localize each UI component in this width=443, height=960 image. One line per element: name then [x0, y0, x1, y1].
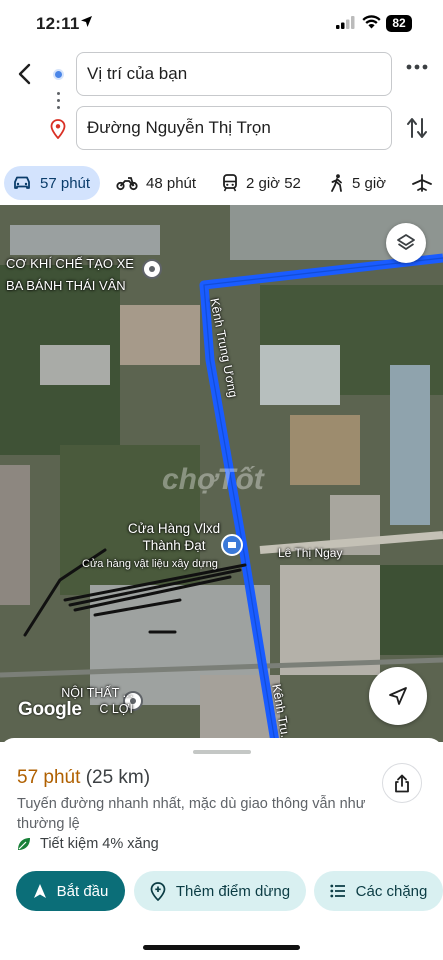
- mode-walking-label: 5 giờ: [352, 174, 387, 192]
- origin-input[interactable]: Vị trí của bạn: [76, 52, 392, 96]
- back-button[interactable]: [10, 58, 38, 90]
- status-bar: 12:11 82: [0, 0, 443, 48]
- route-distance: (25 km): [85, 767, 151, 788]
- add-stop-button[interactable]: Thêm điểm dừng: [134, 871, 306, 911]
- place-label-workshop[interactable]: CƠ KHÍ CHẾ TẠO XE BA BÁNH THÁI VÂN: [6, 253, 146, 297]
- car-icon: [14, 176, 30, 189]
- add-location-icon: [150, 881, 166, 901]
- add-stop-label: Thêm điểm dừng: [175, 882, 291, 900]
- eco-info: Tiết kiệm 4% xăng: [17, 836, 159, 852]
- mode-driving[interactable]: 57 phút: [4, 166, 101, 200]
- mode-transit-label: 2 giờ 52: [246, 174, 301, 192]
- route-summary: 57 phút (25 km): [17, 767, 150, 789]
- share-icon: [395, 774, 409, 792]
- drag-handle[interactable]: [193, 750, 251, 754]
- watermark-text: chợTốt: [162, 463, 264, 496]
- travel-mode-bar: 57 phút 48 phút 2 giờ 52 5 giờ: [0, 166, 443, 202]
- route-details-sheet: 57 phút (25 km) Tuyến đường nhanh nhất, …: [0, 738, 443, 960]
- mode-motorbike-label: 48 phút: [146, 174, 197, 192]
- google-logo: Google: [18, 699, 82, 720]
- navigation-arrow-icon: [389, 687, 407, 705]
- leaf-icon: [18, 838, 30, 850]
- route-duration: 57 phút: [17, 767, 81, 788]
- more-options-icon[interactable]: [406, 64, 428, 70]
- mode-transit[interactable]: 2 giờ 52: [222, 166, 301, 200]
- walk-icon: [331, 174, 342, 192]
- start-button-label: Bắt đầu: [56, 882, 109, 900]
- swap-icon[interactable]: [406, 116, 428, 140]
- mode-motorbike[interactable]: 48 phút: [116, 166, 196, 200]
- home-indicator[interactable]: [143, 945, 300, 950]
- map-view[interactable]: CƠ KHÍ CHẾ TẠO XE BA BÁNH THÁI VÂN Cửa H…: [0, 205, 443, 742]
- road-label-le-thi-ngay: Lê Thị Ngay: [278, 546, 343, 560]
- mode-walking[interactable]: 5 giờ: [330, 166, 386, 200]
- route-description: Tuyến đường nhanh nhất, mặc dù giao thôn…: [17, 796, 366, 832]
- cellular-signal-icon: [336, 16, 355, 29]
- navigation-arrow-icon: [33, 884, 46, 898]
- my-location-button[interactable]: [369, 667, 427, 725]
- wifi-icon: [362, 15, 381, 29]
- layers-button[interactable]: [386, 223, 426, 263]
- chevron-left-icon: [18, 63, 31, 85]
- list-icon: [330, 884, 345, 898]
- start-button[interactable]: Bắt đầu: [16, 871, 125, 911]
- destination-input[interactable]: Đường Nguyễn Thị Trọn: [76, 106, 392, 150]
- destination-pin-icon: [50, 119, 66, 139]
- steps-label: Các chặng: [355, 882, 428, 900]
- location-arrow-icon: [81, 16, 92, 27]
- battery-indicator: 82: [386, 15, 412, 32]
- route-connector-icon: [57, 92, 60, 113]
- mode-flight[interactable]: [412, 166, 440, 200]
- share-button[interactable]: [382, 763, 422, 803]
- status-time: 12:11: [36, 14, 80, 33]
- eco-label: Tiết kiệm 4% xăng: [40, 836, 159, 852]
- transit-icon: [223, 174, 237, 192]
- mode-driving-label: 57 phút: [40, 174, 91, 192]
- origin-dot-icon: [53, 69, 64, 80]
- place-label-store[interactable]: Cửa Hàng Vlxd Thành Đạt: [119, 520, 229, 554]
- flight-icon: [412, 174, 432, 192]
- layers-icon: [397, 234, 415, 250]
- place-sublabel-store: Cửa hàng vật liệu xây dựng: [82, 558, 218, 570]
- motorbike-icon: [116, 177, 138, 191]
- steps-button[interactable]: Các chặng: [314, 871, 443, 911]
